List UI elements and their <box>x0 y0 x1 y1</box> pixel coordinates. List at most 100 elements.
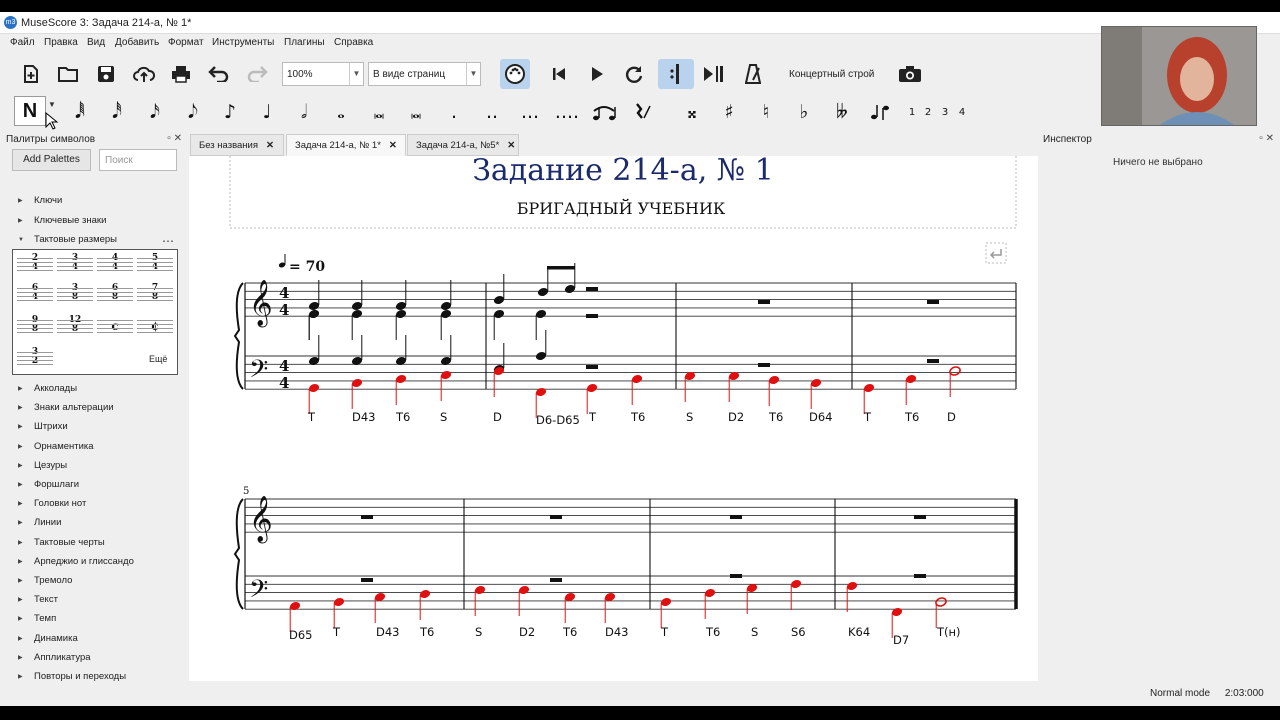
natural-icon[interactable]: ♮ <box>752 98 780 126</box>
palette-section-item[interactable]: ▶ Линии <box>18 517 61 528</box>
menu-tools[interactable]: Инструменты <box>212 37 274 48</box>
timesig-cell[interactable]: ¢ <box>137 316 173 340</box>
voice-1-button[interactable]: 1 <box>905 98 919 126</box>
palette-section-item[interactable]: ▶ Тремоло <box>18 575 72 586</box>
menu-help[interactable]: Справка <box>334 37 373 48</box>
print-icon[interactable] <box>168 61 194 87</box>
palette-section-item[interactable]: ▶ Динамика <box>18 633 78 644</box>
add-palettes-button[interactable]: Add Palettes <box>12 149 91 171</box>
palette-section-item[interactable]: ▶ Повторы и переходы <box>18 671 126 682</box>
camera-icon[interactable] <box>897 61 923 87</box>
augmentation-dot-icon[interactable]: . <box>440 98 468 126</box>
menu-add[interactable]: Добавить <box>115 37 159 48</box>
duration-32nd-icon[interactable]: 𝅘𝅥𝅰 <box>103 98 131 126</box>
palette-search-input[interactable]: Поиск <box>99 149 177 171</box>
tie-icon[interactable] <box>590 98 618 126</box>
timesig-cell[interactable]: 32 <box>17 348 53 372</box>
palette-section-clefs[interactable]: ▶ Ключи <box>18 195 62 206</box>
concert-pitch-toggle[interactable]: Концертный строй <box>789 69 874 80</box>
timesig-cell[interactable]: 12 8 <box>57 316 93 340</box>
chevron-down-icon[interactable]: ▼ <box>466 63 480 85</box>
midi-input-icon[interactable] <box>500 59 530 89</box>
open-folder-icon[interactable] <box>55 61 81 87</box>
tempo-marking[interactable]: = 70 <box>278 254 325 275</box>
duration-half-icon[interactable]: 𝅗𝅥 <box>290 98 318 126</box>
loop-icon[interactable] <box>621 61 647 87</box>
upload-cloud-icon[interactable] <box>131 61 157 87</box>
menu-plugins[interactable]: Плагины <box>284 37 325 48</box>
timesig-cell[interactable]: 24 <box>17 254 53 278</box>
metronome-icon[interactable] <box>740 61 766 87</box>
timesig-cell[interactable]: 64 <box>17 284 53 308</box>
score-view[interactable]: Задание 214-а, № 1 БРИГАДНЫЙ УЧЕБНИК = 7… <box>189 156 1038 681</box>
duration-breve-icon[interactable]: 𝅜 <box>365 98 393 126</box>
timesig-cell[interactable]: 34 <box>57 254 93 278</box>
voice-3-button[interactable]: 3 <box>938 98 952 126</box>
palette-section-timesig[interactable]: ▼ Тактовые размеры <box>18 234 117 245</box>
palette-section-item[interactable]: ▶ Знаки альтерации <box>18 402 114 413</box>
palette-section-item[interactable]: ▶ Акколады <box>18 383 77 394</box>
double-dot-icon[interactable]: .. <box>478 98 506 126</box>
more-options-icon[interactable]: ⋯ <box>162 234 174 248</box>
palette-section-item[interactable]: ▶ Тактовые черты <box>18 537 105 548</box>
tab-untitled[interactable]: Без названия ✕ <box>190 134 284 156</box>
palette-section-item[interactable]: ▶ Форшлаги <box>18 479 79 490</box>
timesig-cell[interactable]: 38 <box>57 284 93 308</box>
score-subtitle[interactable]: БРИГАДНЫЙ УЧЕБНИК <box>517 198 726 218</box>
undo-icon[interactable] <box>206 61 232 87</box>
view-mode-combo[interactable]: В виде страниц ▼ <box>368 62 481 86</box>
timesig-cell[interactable]: 98 <box>17 316 53 340</box>
tab-zadacha-5[interactable]: Задача 214-а, №5* ✕ <box>407 134 519 156</box>
timesig-cell[interactable]: 44 <box>97 254 133 278</box>
duration-16th-icon[interactable]: 𝅘𝅥𝅯 <box>141 98 169 126</box>
close-icon[interactable]: ▫ ✕ <box>1259 133 1274 144</box>
sharp-icon[interactable]: ♯ <box>715 98 743 126</box>
save-icon[interactable] <box>93 61 119 87</box>
rest-icon[interactable] <box>628 98 656 126</box>
double-flat-icon[interactable]: 𝄫 <box>828 98 856 126</box>
score-title[interactable]: Задание 214-а, № 1 <box>472 156 774 188</box>
timesig-cell[interactable]: 68 <box>97 284 133 308</box>
zoom-combo[interactable]: 100% ▼ <box>282 62 364 86</box>
close-icon[interactable]: ✕ <box>507 140 515 151</box>
duration-quarter-icon[interactable]: ♩ <box>253 98 281 126</box>
play-repeats-icon[interactable] <box>658 59 694 89</box>
duration-eighth-icon[interactable]: 𝅘𝅥𝅮 <box>179 98 207 126</box>
palette-section-item[interactable]: ▶ Штрихи <box>18 421 68 432</box>
timesig-cell[interactable]: 54 <box>137 254 173 278</box>
palette-section-item[interactable]: ▶ Орнаментика <box>18 441 94 452</box>
menu-format[interactable]: Формат <box>168 37 204 48</box>
duration-eighth-note-icon[interactable]: ♪ <box>216 98 244 126</box>
redo-icon[interactable] <box>244 61 270 87</box>
rewind-icon[interactable] <box>546 61 572 87</box>
duration-whole-icon[interactable]: 𝅝 <box>327 98 355 126</box>
triple-dot-icon[interactable]: ... <box>516 98 544 126</box>
chevron-down-icon[interactable]: ▼ <box>349 63 363 85</box>
quadruple-dot-icon[interactable]: .... <box>553 98 581 126</box>
palette-section-item[interactable]: ▶ Арпеджио и глиссандо <box>18 556 134 567</box>
pan-score-icon[interactable] <box>700 61 726 87</box>
close-icon[interactable]: ✕ <box>266 140 274 151</box>
play-icon[interactable] <box>584 61 610 87</box>
flip-direction-icon[interactable] <box>866 98 894 126</box>
voice-2-button[interactable]: 2 <box>921 98 935 126</box>
palette-section-item[interactable]: ▶ Цезуры <box>18 460 67 471</box>
close-icon[interactable]: ▫ ✕ <box>167 133 182 144</box>
menu-view[interactable]: Вид <box>87 37 105 48</box>
more-timesig-button[interactable]: Ещё <box>149 354 167 364</box>
palette-section-keysig[interactable]: ▶ Ключевые знаки <box>18 215 106 226</box>
palette-section-item[interactable]: ▶ Текст <box>18 594 58 605</box>
menu-file[interactable]: Файл <box>10 37 35 48</box>
palette-section-item[interactable]: ▶ Темп <box>18 613 56 624</box>
flat-icon[interactable]: ♭ <box>790 98 818 126</box>
tab-zadacha-1[interactable]: Задача 214-а, № 1* ✕ <box>286 134 406 156</box>
palette-section-item[interactable]: ▶ Головки нот <box>18 498 86 509</box>
palette-section-item[interactable]: ▶ Аппликатура <box>18 652 91 663</box>
menu-edit[interactable]: Правка <box>44 37 78 48</box>
voice-4-button[interactable]: 4 <box>955 98 969 126</box>
duration-longa-icon[interactable]: 𝅜 <box>402 98 430 126</box>
double-sharp-icon[interactable]: 𝄪 <box>678 98 706 126</box>
close-icon[interactable]: ✕ <box>389 140 397 151</box>
new-score-icon[interactable] <box>18 61 44 87</box>
layout-break-icon[interactable] <box>985 242 1007 264</box>
